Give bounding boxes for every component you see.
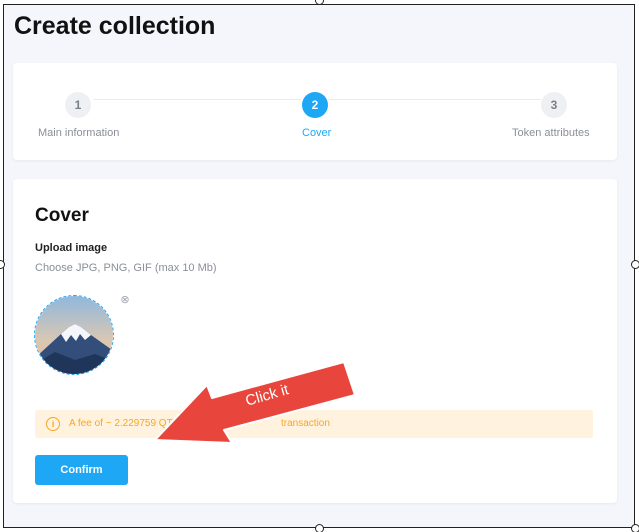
resize-handle[interactable] xyxy=(315,524,324,532)
cover-form: Cover Upload image Choose JPG, PNG, GIF … xyxy=(13,179,617,503)
step-connector xyxy=(329,99,541,100)
close-circle-icon[interactable]: ⊗ xyxy=(119,294,131,306)
step-connector xyxy=(93,99,301,100)
stepper: 1 Main information 2 Cover 3 Token attri… xyxy=(13,63,617,160)
step-2-indicator[interactable]: 2 xyxy=(302,92,328,118)
upload-help-text: Choose JPG, PNG, GIF (max 10 Mb) xyxy=(35,262,217,274)
confirm-button[interactable]: Confirm xyxy=(35,455,128,485)
fee-text-start: A fee of ~ 2.229759 QT xyxy=(69,418,173,429)
step-2-label: Cover xyxy=(302,127,332,139)
fee-notice: i A fee of ~ 2.229759 QT transaction xyxy=(35,410,593,438)
step-3-label: Token attributes xyxy=(512,127,590,139)
browser-window: Create collection 1 Main information 2 C… xyxy=(3,4,635,528)
step-1-indicator[interactable]: 1 xyxy=(65,92,91,118)
page-title: Create collection xyxy=(14,12,216,40)
section-heading: Cover xyxy=(35,205,89,226)
resize-handle[interactable] xyxy=(631,524,639,532)
upload-image-label: Upload image xyxy=(35,242,108,254)
resize-handle[interactable] xyxy=(631,260,639,269)
cover-image-preview[interactable] xyxy=(34,295,114,375)
fee-text-end: transaction xyxy=(281,418,330,429)
step-1-label: Main information xyxy=(38,127,120,139)
mountain-image xyxy=(35,296,113,374)
info-icon: i xyxy=(46,417,60,431)
step-3-indicator[interactable]: 3 xyxy=(541,92,567,118)
